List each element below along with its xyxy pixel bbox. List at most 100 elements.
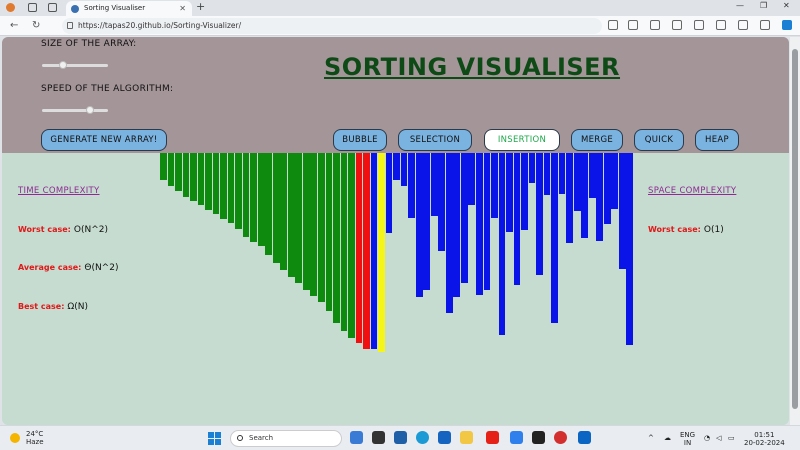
taskbar-search[interactable]: Search bbox=[230, 430, 342, 447]
copilot-icon[interactable] bbox=[782, 20, 792, 30]
weather-widget[interactable]: 24°C Haze bbox=[10, 430, 44, 446]
quick-sort-button[interactable]: QUICK bbox=[634, 129, 684, 151]
back-icon[interactable]: ← bbox=[10, 20, 18, 31]
collections-icon[interactable] bbox=[716, 20, 726, 30]
insertion-sort-button[interactable]: INSERTION bbox=[484, 129, 560, 151]
space-worst-value: O(1) bbox=[703, 225, 724, 235]
extensions-icon[interactable] bbox=[650, 20, 660, 30]
charts-app-icon[interactable] bbox=[510, 431, 523, 444]
refresh-icon[interactable]: ↻ bbox=[32, 20, 40, 31]
split-screen-icon[interactable] bbox=[672, 20, 682, 30]
maximize-icon[interactable]: ❐ bbox=[760, 1, 767, 10]
array-bar bbox=[325, 153, 333, 311]
array-bar bbox=[513, 153, 521, 285]
array-size-slider[interactable] bbox=[42, 61, 108, 69]
browser-tab[interactable]: Sorting Visualiser ✕ bbox=[66, 1, 192, 16]
task-view-icon[interactable] bbox=[350, 431, 363, 444]
youtube-icon[interactable] bbox=[486, 431, 499, 444]
browser-essentials-icon[interactable] bbox=[738, 20, 748, 30]
control-header: SIZE OF THE ARRAY: SPEED OF THE ALGORITH… bbox=[2, 37, 789, 153]
widgets-icon[interactable] bbox=[372, 431, 385, 444]
workspaces-icon[interactable] bbox=[28, 3, 37, 12]
speed-slider-thumb[interactable] bbox=[85, 106, 94, 114]
profile-icon[interactable] bbox=[6, 3, 15, 12]
app-red-icon[interactable] bbox=[554, 431, 567, 444]
array-bar bbox=[528, 153, 536, 183]
terminal-icon[interactable] bbox=[532, 431, 545, 444]
array-size-slider-thumb[interactable] bbox=[59, 61, 68, 69]
array-bar bbox=[220, 153, 227, 219]
close-tab-icon[interactable]: ✕ bbox=[179, 1, 186, 16]
array-bar bbox=[250, 153, 257, 242]
battery-icon[interactable]: ▭ bbox=[728, 434, 735, 442]
array-bar bbox=[430, 153, 438, 216]
generate-array-button[interactable]: GENERATE NEW ARRAY! bbox=[41, 129, 167, 151]
tab-actions-icon[interactable] bbox=[48, 3, 57, 12]
array-bar bbox=[445, 153, 453, 313]
volume-icon[interactable]: ◁ bbox=[716, 434, 721, 442]
more-menu-icon[interactable] bbox=[760, 20, 770, 30]
time-worst-case: Worst case: O(N^2) bbox=[18, 225, 108, 235]
edge-browser-icon[interactable] bbox=[416, 431, 429, 444]
array-bar bbox=[498, 153, 506, 335]
time-worst-value: O(N^2) bbox=[73, 225, 108, 235]
array-bar bbox=[626, 153, 634, 345]
favorite-star-icon[interactable] bbox=[628, 20, 638, 30]
site-favicon-icon bbox=[71, 5, 79, 13]
time-average-label: Average case: bbox=[18, 263, 82, 272]
heap-sort-button[interactable]: HEAP bbox=[695, 129, 739, 151]
windows-taskbar: 24°C Haze Search ^ ☁ ENG IN ◔ ◁ ▭ 01:51 … bbox=[0, 425, 800, 450]
array-bar bbox=[160, 153, 167, 180]
array-bar bbox=[543, 153, 551, 195]
array-bar bbox=[491, 153, 498, 218]
array-bar bbox=[175, 153, 182, 191]
close-window-icon[interactable]: ✕ bbox=[783, 1, 790, 10]
scrollbar-thumb[interactable] bbox=[792, 49, 798, 409]
array-bar bbox=[370, 153, 378, 349]
linkedin-icon[interactable] bbox=[578, 431, 591, 444]
array-bar bbox=[573, 153, 581, 211]
favorites-icon[interactable] bbox=[694, 20, 704, 30]
array-bar bbox=[257, 153, 265, 246]
new-tab-button[interactable]: + bbox=[196, 0, 205, 13]
page-scrollbar[interactable] bbox=[790, 37, 800, 425]
tray-cloud-icon[interactable]: ☁ bbox=[664, 434, 671, 442]
array-bar bbox=[393, 153, 400, 180]
file-explorer-icon[interactable] bbox=[460, 431, 473, 444]
merge-sort-button[interactable]: MERGE bbox=[571, 129, 623, 151]
speed-slider[interactable] bbox=[42, 106, 108, 114]
region-code: IN bbox=[683, 439, 692, 447]
start-windows-icon[interactable] bbox=[208, 432, 221, 445]
weather-condition: Haze bbox=[26, 438, 44, 446]
read-aloud-icon[interactable] bbox=[608, 20, 618, 30]
url-field[interactable]: https://tapas20.github.io/Sorting-Visual… bbox=[62, 18, 602, 34]
search-icon bbox=[237, 435, 243, 441]
wifi-icon[interactable]: ◔ bbox=[704, 434, 710, 442]
language-indicator[interactable]: ENG IN bbox=[680, 431, 695, 447]
array-bar bbox=[242, 153, 250, 237]
array-bar bbox=[302, 153, 310, 290]
store-icon[interactable] bbox=[394, 431, 407, 444]
array-bar bbox=[400, 153, 408, 186]
array-bar bbox=[438, 153, 446, 251]
selection-sort-button[interactable]: SELECTION bbox=[398, 129, 472, 151]
url-text: https://tapas20.github.io/Sorting-Visual… bbox=[78, 21, 242, 30]
array-bar bbox=[536, 153, 543, 275]
bubble-sort-button[interactable]: BUBBLE bbox=[333, 129, 387, 151]
clock[interactable]: 01:51 20-02-2024 bbox=[744, 431, 785, 447]
time-best-value: Ω(N) bbox=[67, 302, 89, 312]
array-bar bbox=[340, 153, 348, 331]
array-bar bbox=[272, 153, 280, 263]
time-best-label: Best case: bbox=[18, 302, 65, 311]
array-bar bbox=[423, 153, 431, 290]
array-bar bbox=[355, 153, 363, 343]
clock-date: 20-02-2024 bbox=[744, 439, 785, 447]
mail-icon[interactable] bbox=[438, 431, 451, 444]
array-bar bbox=[566, 153, 573, 243]
language-code: ENG bbox=[680, 431, 696, 439]
tray-overflow-icon[interactable]: ^ bbox=[648, 434, 654, 442]
array-bar bbox=[333, 153, 340, 323]
weather-haze-icon bbox=[10, 433, 20, 443]
array-bar bbox=[197, 153, 205, 205]
minimize-icon[interactable]: — bbox=[736, 1, 744, 10]
